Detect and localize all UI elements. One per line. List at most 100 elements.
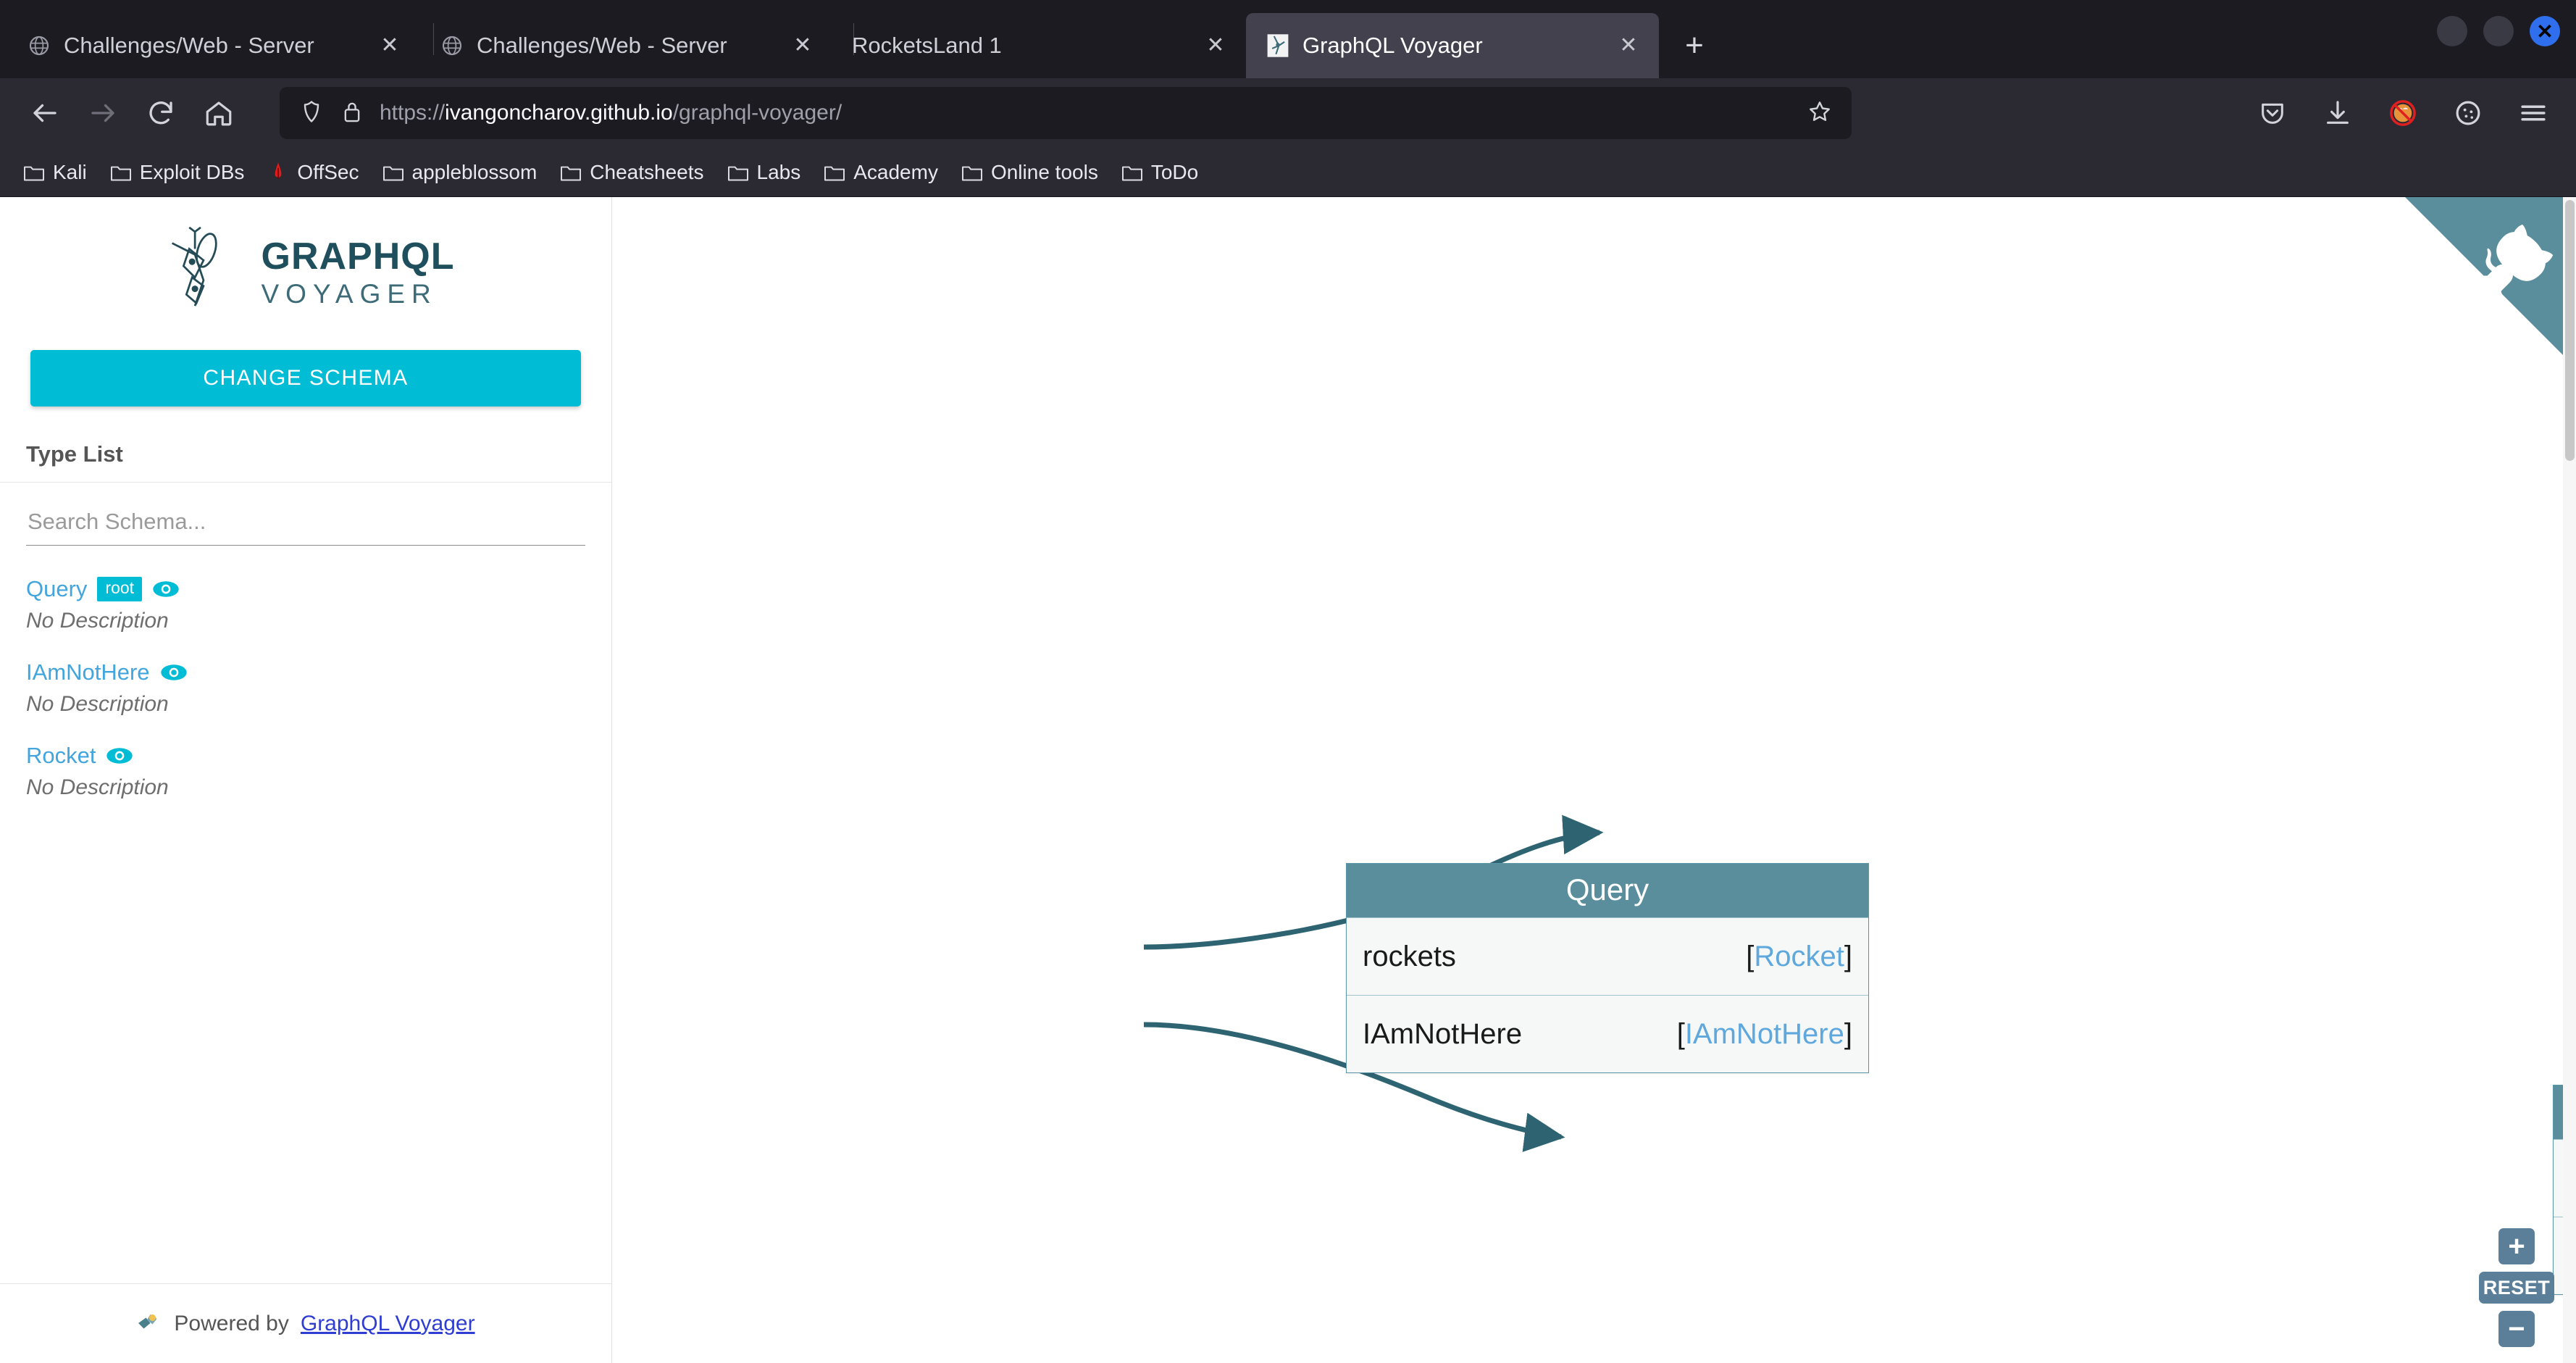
voyager-icon [1265,33,1291,59]
type-name[interactable]: Rocket [26,743,96,769]
bookmark-item[interactable]: Academy [814,157,948,188]
minimize-button[interactable] [2437,16,2467,46]
bookmark-item[interactable]: OffSec [257,157,369,188]
pocket-icon[interactable] [2249,89,2296,137]
zoom-in-button[interactable]: + [2498,1228,2535,1264]
bookmark-label: Kali [53,160,87,183]
field-name: rockets [1363,940,1456,972]
firefox-blocked-icon[interactable] [2379,89,2427,137]
zoom-controls: + RESET − [2479,1228,2554,1347]
eye-icon[interactable] [152,580,180,598]
offsec-icon [267,162,289,183]
cookie-icon[interactable] [2444,89,2492,137]
bookmark-item[interactable]: Online tools [951,157,1108,188]
zoom-reset-button[interactable]: RESET [2479,1272,2554,1304]
bookmark-label: Labs [756,160,801,183]
voyager-logo: GRAPHQL VOYAGER [0,197,611,337]
navigation-toolbar: https://ivangoncharov.github.io/graphql-… [0,78,2576,148]
change-schema-button[interactable]: CHANGE SCHEMA [30,350,581,407]
browser-window: Challenges/Web - Server ✕ Challenges/Web… [0,0,2576,1363]
tab-title: Challenges/Web - Server [477,33,727,58]
bookmark-item[interactable]: Cheatsheets [550,157,714,188]
field-type-link[interactable]: IAmNotHere [1685,1018,1844,1050]
downloads-icon[interactable] [2314,89,2362,137]
back-button[interactable] [19,87,71,139]
folder-icon [824,162,845,183]
bookmark-label: appleblossom [411,160,538,183]
zoom-out-button[interactable]: − [2498,1311,2535,1347]
graphql-voyager-link[interactable]: GraphQL Voyager [301,1312,475,1336]
tab-title: Challenges/Web - Server [64,33,314,58]
globe-icon [439,33,465,59]
address-bar[interactable]: https://ivangoncharov.github.io/graphql-… [280,87,1852,139]
voyager-mini-icon [136,1310,162,1338]
folder-icon [560,162,582,183]
forward-button[interactable] [77,87,129,139]
bookmark-item[interactable]: Labs [717,157,811,188]
maximize-button[interactable] [2483,16,2514,46]
node-title: Query [1347,864,1868,918]
type-entry-rocket[interactable]: Rocket No Description [26,743,585,800]
logo-line-2: VOYAGER [261,278,438,309]
powered-by-text: Powered by [174,1311,289,1335]
page-scrollbar[interactable] [2563,197,2576,1363]
bookmarks-toolbar: Kali Exploit DBs OffSec appleblossom Che… [0,148,2576,197]
type-name[interactable]: Query [26,576,87,602]
home-icon[interactable] [193,87,245,139]
powered-by-footer: Powered by GraphQL Voyager [0,1283,611,1363]
scrollbar-thumb[interactable] [2565,200,2575,461]
reload-button[interactable] [135,87,187,139]
bookmark-item[interactable]: ToDo [1111,157,1208,188]
browser-toolbar-icons [2249,89,2557,137]
tab-close-icon[interactable]: ✕ [1201,31,1230,60]
search-input[interactable] [26,504,585,546]
tab-close-icon[interactable]: ✕ [375,31,404,60]
logo-line-1: GRAPHQL [261,235,455,278]
type-entry-iamnothere[interactable]: IAmNotHere No Description [26,659,585,717]
browser-tab-3[interactable]: RocketsLand 1 ✕ [833,13,1246,78]
field-type-link[interactable]: Rocket [1754,941,1844,972]
search-schema-wrapper [0,483,611,546]
close-window-button[interactable]: ✕ [2530,16,2560,46]
browser-tab-2[interactable]: Challenges/Web - Server ✕ [420,13,833,78]
bookmark-item[interactable]: appleblossom [372,157,548,188]
lock-icon[interactable] [340,99,364,128]
bracket-close: ] [1844,1017,1852,1050]
type-description: No Description [26,775,169,799]
field-type: [Rocket] [1746,941,1852,973]
node-field-iamnothere[interactable]: IAmNotHere [IAmNotHere] [1347,995,1868,1072]
github-octocat-icon[interactable] [2405,197,2576,368]
eye-icon[interactable] [160,664,188,681]
node-field-rockets[interactable]: rockets [Rocket] [1347,917,1868,995]
new-tab-button[interactable]: + [1669,20,1720,71]
shield-icon[interactable] [298,99,325,128]
type-entry-query[interactable]: Query root No Description [26,576,585,633]
field-name: IAmNotHere [1363,1017,1523,1050]
graph-viewport[interactable]: Query rockets [Rocket] IAmNotHere [IAmNo… [612,197,2576,1363]
browser-tab-1[interactable]: Challenges/Web - Server ✕ [7,13,420,78]
bookmark-label: ToDo [1150,160,1199,183]
bookmark-item[interactable]: Exploit DBs [100,157,255,188]
url-path: /graphql-voyager/ [672,101,842,125]
tab-title: GraphQL Voyager [1302,33,1483,58]
type-name[interactable]: IAmNotHere [26,659,150,685]
browser-tab-4-active[interactable]: GraphQL Voyager ✕ [1246,13,1659,78]
graph-node-query[interactable]: Query rockets [Rocket] IAmNotHere [IAmNo… [1346,863,1869,1074]
type-header: Query root [26,576,585,602]
url-text: https://ivangoncharov.github.io/graphql-… [380,101,1791,125]
root-badge: root [97,577,143,601]
bracket-close: ] [1844,940,1852,972]
tab-close-icon[interactable]: ✕ [1614,31,1643,60]
hamburger-menu-icon[interactable] [2509,89,2557,137]
url-host: ivangoncharov.github.io [445,101,673,125]
voyager-sidebar: GRAPHQL VOYAGER CHANGE SCHEMA Type List … [0,197,612,1363]
bookmark-item[interactable]: Kali [13,157,97,188]
bracket-open: [ [1676,1017,1685,1050]
voyager-wordmark: GRAPHQL VOYAGER [262,238,455,307]
bookmark-label: OffSec [297,160,359,183]
globe-icon [26,33,52,59]
eye-icon[interactable] [106,747,133,764]
star-icon[interactable] [1807,99,1833,128]
tab-close-icon[interactable]: ✕ [788,31,817,60]
url-scheme: https:// [380,101,446,125]
